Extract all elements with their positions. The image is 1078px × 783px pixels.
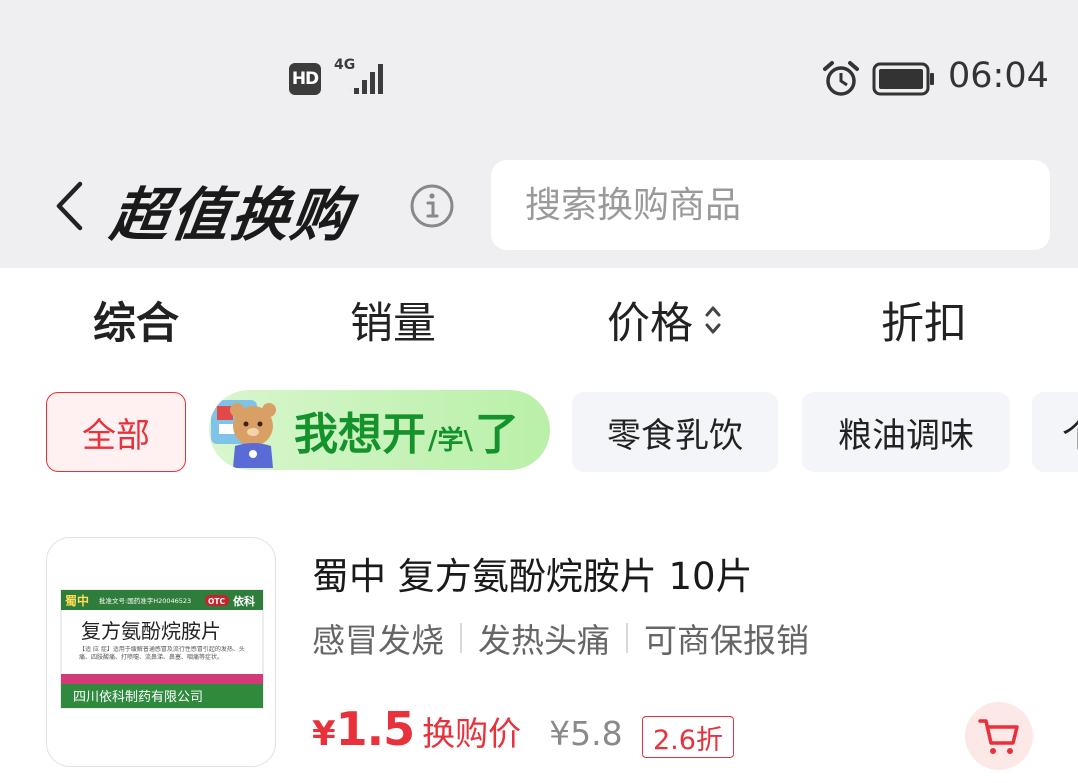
product-tag: 感冒发烧 (312, 621, 444, 660)
sort-tab-label: 销量 (350, 299, 436, 349)
add-to-cart-button[interactable] (965, 702, 1033, 770)
product-tags: 感冒发烧 发热头痛 可商保报销 (312, 614, 809, 662)
sort-tab-label: 价格 (607, 299, 693, 349)
product-title[interactable]: 蜀中 复方氨酚烷胺片 10片 (312, 546, 753, 600)
category-chip-grain-oil[interactable]: 粮油调味 (802, 392, 1010, 472)
sort-tab-label: 折扣 (881, 299, 967, 349)
battery-icon (872, 62, 934, 96)
category-chip-promo[interactable]: 我想开 /学\ 了 (209, 390, 550, 470)
exchange-price: 1.5 (335, 702, 415, 756)
price-currency: ¥ (312, 714, 336, 754)
chevron-left-icon (56, 181, 83, 231)
original-price: ¥5.8 (549, 714, 623, 753)
category-chip-all[interactable]: 全部 (46, 392, 186, 472)
svg-text:↑↓: ↑↓ (350, 82, 352, 95)
sort-tab-comprehensive[interactable]: 综合 (93, 290, 179, 350)
image-drug-name: 复方氨酚烷胺片 (81, 619, 221, 643)
image-otc: OTC (208, 597, 225, 606)
product-tag: 发热头痛 (478, 621, 610, 660)
image-maker: 四川依科制药有限公司 (73, 690, 203, 705)
sort-tab-price[interactable]: 价格 (607, 290, 723, 350)
promo-text: 我想开 /学\ 了 (294, 398, 519, 462)
image-indication: 【适 应 症】适用于缓解普通感冒及流行性感冒引起的发热、头痛、四肢酸痛、打喷嚏、… (79, 646, 245, 661)
sort-arrows-icon (705, 306, 721, 334)
hd-icon: HD (289, 63, 321, 95)
status-bar: HD 4G ↑↓ 06:04 (0, 0, 1078, 140)
sort-tab-sales[interactable]: 销量 (350, 290, 436, 350)
promo-tail: 了 (475, 409, 519, 460)
category-chip-partial[interactable]: 个 (1032, 392, 1078, 472)
sort-tab-discount[interactable]: 折扣 (881, 290, 967, 350)
image-brand2: 依科 (233, 594, 255, 608)
image-approval: 批准文号:国药准字H20046523 (99, 596, 191, 605)
search-box[interactable] (491, 160, 1050, 250)
category-chip-label: 个 (1062, 408, 1078, 457)
teddy-bear-icon (211, 400, 276, 468)
promo-main: 我想开 (294, 409, 426, 460)
search-input[interactable] (525, 184, 1025, 226)
price-row: ¥ 1.5 换购价 ¥5.8 (312, 702, 623, 756)
exchange-price-label: 换购价 (422, 714, 522, 753)
info-icon[interactable] (409, 183, 455, 229)
category-chip-snacks[interactable]: 零食乳饮 (572, 392, 778, 472)
image-brand: 蜀中 (65, 593, 89, 608)
sort-tab-label: 综合 (93, 299, 179, 349)
product-image[interactable]: 蜀中 批准文号:国药准字H20046523 OTC 依科 复方氨酚烷胺片 【适 … (46, 537, 276, 767)
signal-icon: ↑↓ (350, 64, 383, 95)
page-title: 超值换购 (106, 181, 357, 249)
status-time: 06:04 (948, 56, 1049, 96)
medicine-box-image: 蜀中 批准文号:国药准字H20046523 OTC 依科 复方氨酚烷胺片 【适 … (60, 589, 264, 709)
discount-badge: 2.6折 (642, 716, 734, 758)
back-button[interactable] (44, 176, 94, 236)
product-tag: 可商保报销 (644, 621, 809, 660)
alarm-icon (823, 61, 859, 96)
tag-divider (626, 623, 628, 653)
tag-divider (460, 623, 462, 653)
promo-small: /学\ (428, 426, 473, 456)
cart-icon (978, 719, 1019, 754)
